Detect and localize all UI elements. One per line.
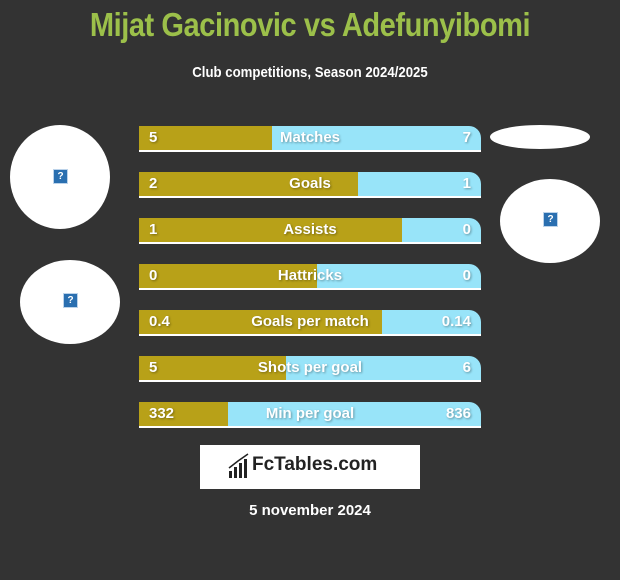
right-value: 1 (462, 175, 471, 192)
team-right-logo: ? (500, 179, 600, 263)
stat-label: Hattricks (277, 267, 343, 284)
right-value: 6 (462, 359, 471, 376)
stat-row: 2 Goals 1 (139, 172, 481, 198)
fctables-logo[interactable]: FcTables.com (200, 445, 420, 489)
stat-row: 5 Matches 7 (139, 126, 481, 152)
stat-label: Min per goal (265, 405, 355, 422)
stat-label: Assists (283, 221, 337, 238)
logo-text: FcTables.com (252, 454, 378, 475)
stat-row: 0 Hattricks 0 (139, 264, 481, 290)
stat-label: Goals (289, 175, 331, 192)
stat-label: Matches (279, 129, 341, 146)
stat-row: 0.4 Goals per match 0.14 (139, 310, 481, 336)
broken-image-icon: ? (543, 212, 558, 227)
bar-chart-icon (228, 453, 249, 478)
right-value: 836 (445, 405, 471, 422)
stat-row: 332 Min per goal 836 (139, 402, 481, 428)
broken-image-icon: ? (63, 293, 78, 308)
player-right-photo (490, 125, 590, 149)
player-left-photo: ? (10, 125, 110, 229)
stat-label: Shots per goal (257, 359, 363, 376)
right-value: 7 (462, 129, 471, 146)
right-value: 0 (462, 267, 471, 284)
team-left-logo: ? (20, 260, 120, 344)
page-subtitle: Club competitions, Season 2024/2025 (192, 64, 428, 81)
right-value: 0.14 (441, 313, 471, 330)
stat-row: 5 Shots per goal 6 (139, 356, 481, 382)
broken-image-icon: ? (53, 169, 68, 184)
stat-row: 1 Assists 0 (139, 218, 481, 244)
page-title: Mijat Gacinovic vs Adefunyibomi (89, 6, 531, 43)
date-label: 5 november 2024 (249, 502, 371, 519)
stat-label: Goals per match (251, 313, 369, 330)
right-value: 0 (462, 221, 471, 238)
